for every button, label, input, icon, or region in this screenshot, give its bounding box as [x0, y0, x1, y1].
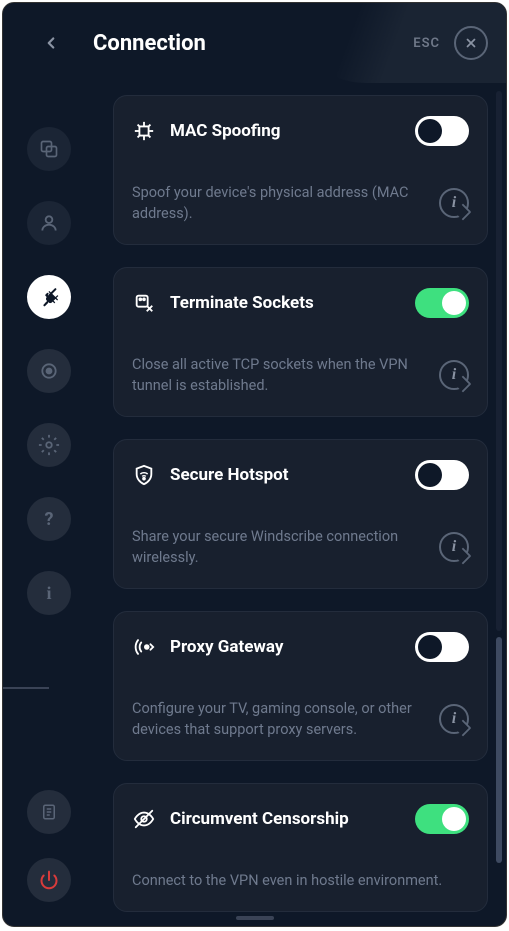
info-button[interactable]: i: [439, 188, 469, 218]
sidebar-divider: [3, 687, 49, 689]
shield-wifi-icon: [132, 463, 156, 487]
gear-icon: [38, 434, 60, 456]
overlap-icon: [39, 139, 59, 159]
card-desc: Configure your TV, gaming console, or ot…: [132, 698, 425, 740]
target-icon: [39, 361, 59, 381]
info-button[interactable]: i: [439, 704, 469, 734]
toggle-mac-spoofing[interactable]: [415, 116, 469, 146]
card-desc: Spoof your device's physical address (MA…: [132, 182, 425, 224]
sidebar-item-logs[interactable]: [27, 790, 71, 834]
scroll-thumb[interactable]: [496, 91, 502, 631]
info-button[interactable]: i: [439, 360, 469, 390]
sidebar-item-connection[interactable]: [27, 275, 71, 319]
card-title: MAC Spoofing: [170, 121, 401, 141]
close-button[interactable]: [454, 26, 488, 60]
header: Connection ESC: [3, 3, 506, 83]
resize-handle[interactable]: [236, 916, 274, 920]
card-proxy-gateway: Proxy Gateway Configure your TV, gaming …: [113, 611, 488, 761]
card-title: Proxy Gateway: [170, 637, 401, 657]
plug-icon: [38, 286, 60, 308]
power-icon: [39, 870, 59, 890]
sidebar-item-robert[interactable]: [27, 349, 71, 393]
sidebar-item-account[interactable]: [27, 201, 71, 245]
esc-label[interactable]: ESC: [413, 36, 440, 51]
sidebar-item-general[interactable]: [27, 127, 71, 171]
scroll-thumb[interactable]: [496, 637, 502, 863]
sidebar-item-advanced[interactable]: [27, 423, 71, 467]
card-title: Secure Hotspot: [170, 465, 401, 485]
toggle-secure-hotspot[interactable]: [415, 460, 469, 490]
sidebar-item-help[interactable]: ?: [27, 497, 71, 541]
card-mac-spoofing: MAC Spoofing Spoof your device's physica…: [113, 95, 488, 245]
card-title: Circumvent Censorship: [170, 809, 401, 829]
card-terminate-sockets: Terminate Sockets Close all active TCP s…: [113, 267, 488, 417]
socket-x-icon: [132, 291, 156, 315]
settings-list: MAC Spoofing Spoof your device's physica…: [95, 83, 506, 926]
chevron-left-icon: [42, 34, 60, 52]
card-circumvent-censorship: Circumvent Censorship Connect to the VPN…: [113, 783, 488, 912]
back-button[interactable]: [37, 29, 65, 57]
app-window: Connection ESC: [2, 2, 507, 927]
card-desc: Connect to the VPN even in hostile envir…: [132, 870, 469, 891]
page-title: Connection: [93, 31, 206, 56]
card-title: Terminate Sockets: [170, 293, 401, 313]
card-desc: Share your secure Windscribe connection …: [132, 526, 425, 568]
card-secure-hotspot: Secure Hotspot Share your secure Windscr…: [113, 439, 488, 589]
chip-icon: [132, 119, 156, 143]
sidebar-item-quit[interactable]: [27, 858, 71, 902]
info-icon: i: [46, 583, 51, 604]
eye-slash-icon: [132, 807, 156, 831]
card-desc: Close all active TCP sockets when the VP…: [132, 354, 425, 396]
person-icon: [39, 213, 59, 233]
toggle-terminate-sockets[interactable]: [415, 288, 469, 318]
toggle-proxy-gateway[interactable]: [415, 632, 469, 662]
question-icon: ?: [45, 509, 54, 530]
broadcast-icon: [132, 635, 156, 659]
sidebar-item-about[interactable]: i: [27, 571, 71, 615]
scrollbar[interactable]: [496, 91, 502, 851]
sidebar: ? i: [3, 83, 95, 926]
toggle-circumvent-censorship[interactable]: [415, 804, 469, 834]
doc-icon: [40, 802, 58, 822]
info-button[interactable]: i: [439, 532, 469, 562]
close-icon: [464, 36, 478, 50]
